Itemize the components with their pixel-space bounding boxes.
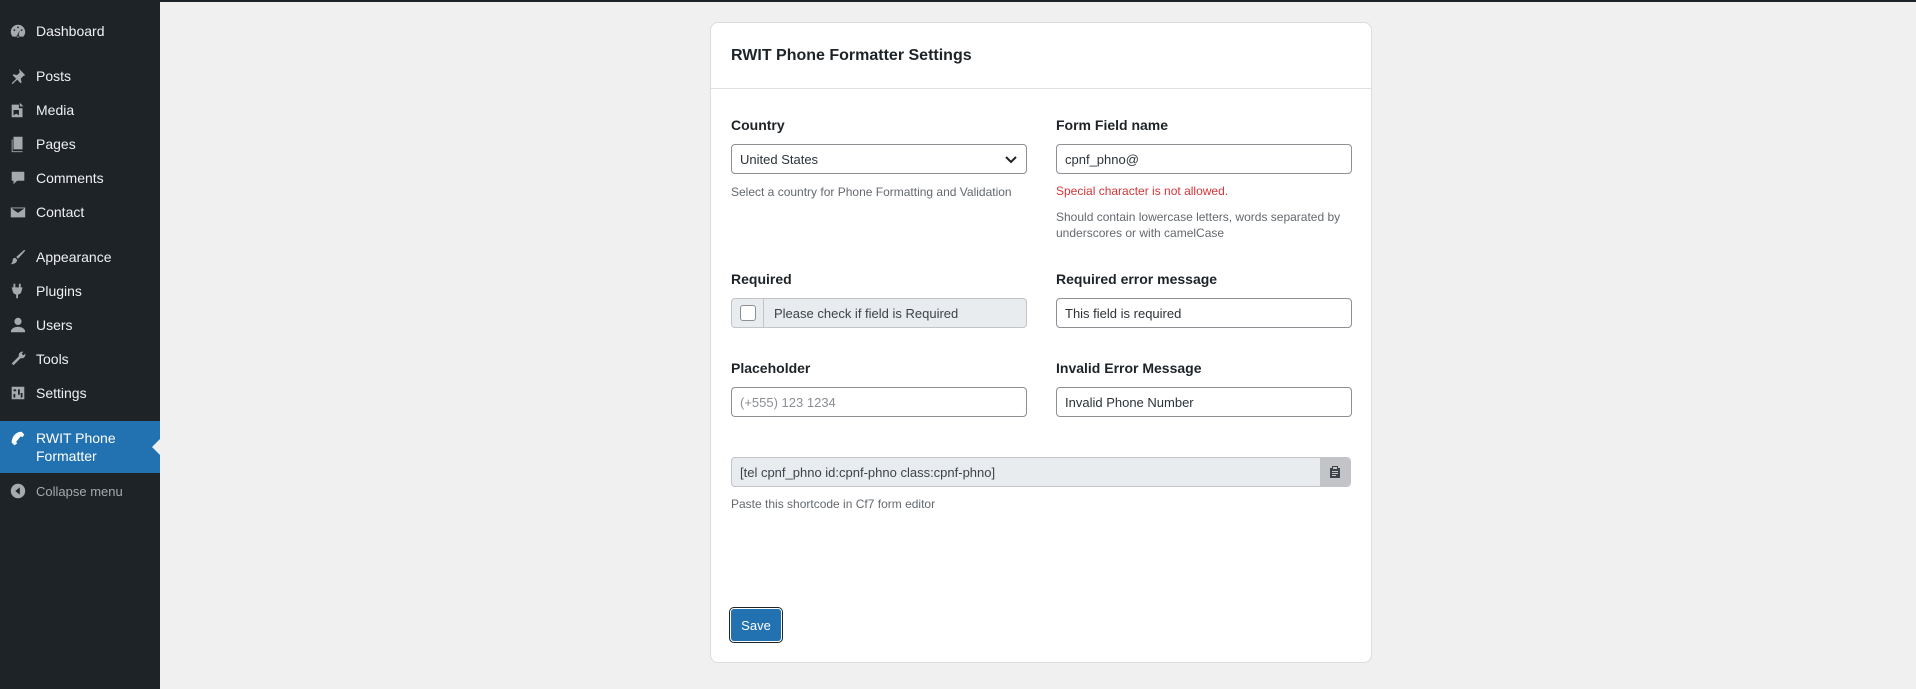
dashboard-icon xyxy=(8,21,28,41)
required-label: Required xyxy=(731,271,792,287)
sidebar-item-users[interactable]: Users xyxy=(0,308,160,342)
required-checkbox-wrapper xyxy=(732,299,764,327)
country-select-value: United States xyxy=(740,151,819,167)
required-checkbox-label[interactable]: Please check if field is Required xyxy=(764,306,958,321)
sidebar-item-contact[interactable]: Contact xyxy=(0,195,160,229)
invalid-error-label: Invalid Error Message xyxy=(1056,360,1202,376)
field-name-help: Should contain lowercase letters, words … xyxy=(1056,210,1341,240)
required-checkbox[interactable] xyxy=(739,305,756,321)
required-error-input[interactable]: This field is required xyxy=(1056,298,1352,328)
field-name-error: Special character is not allowed. xyxy=(1056,184,1229,198)
sidebar-item-settings[interactable]: Settings xyxy=(0,376,160,410)
plugin-icon xyxy=(8,281,28,301)
required-error-label: Required error message xyxy=(1056,271,1218,287)
admin-top-bar xyxy=(0,0,1916,2)
comment-icon xyxy=(8,168,28,188)
sidebar-item-dashboard[interactable]: Dashboard xyxy=(0,14,160,48)
sidebar-item-media[interactable]: Media xyxy=(0,93,160,127)
brush-icon xyxy=(8,247,28,267)
sidebar-item-comments[interactable]: Comments xyxy=(0,161,160,195)
chevron-down-icon xyxy=(1005,156,1017,164)
card-header: RWIT Phone Formatter Settings xyxy=(711,23,1371,89)
settings-icon xyxy=(8,383,28,403)
clipboard-icon xyxy=(1330,466,1340,478)
shortcode-help: Paste this shortcode in Cf7 form editor xyxy=(731,497,936,511)
pages-icon xyxy=(8,134,28,154)
sidebar-item-pages[interactable]: Pages xyxy=(0,127,160,161)
collapse-icon xyxy=(8,481,28,501)
copy-shortcode-button[interactable] xyxy=(1320,458,1350,486)
placeholder-label: Placeholder xyxy=(731,360,811,376)
save-button[interactable]: Save xyxy=(731,609,781,641)
settings-card: RWIT Phone Formatter Settings Country Un… xyxy=(710,22,1372,663)
mail-icon xyxy=(8,202,28,222)
sidebar-collapse-menu[interactable]: Collapse menu xyxy=(0,474,160,508)
sidebar-item-tools[interactable]: Tools xyxy=(0,342,160,376)
country-select[interactable]: United States xyxy=(731,144,1027,174)
shortcode-text[interactable]: [tel cpnf_phno id:cpnf-phno class:cpnf-p… xyxy=(732,465,1320,480)
invalid-error-input[interactable]: Invalid Phone Number xyxy=(1056,387,1352,417)
field-name-input[interactable]: cpnf_phno@ xyxy=(1056,144,1352,174)
shortcode-field: [tel cpnf_phno id:cpnf-phno class:cpnf-p… xyxy=(731,457,1351,487)
country-label: Country xyxy=(731,117,785,133)
pin-icon xyxy=(8,66,28,86)
page-title: RWIT Phone Formatter Settings xyxy=(731,46,972,64)
required-checkbox-group: Please check if field is Required xyxy=(731,298,1027,328)
sidebar-item-posts[interactable]: Posts xyxy=(0,59,160,93)
placeholder-input[interactable]: (+555) 123 1234 xyxy=(731,387,1027,417)
phone-icon xyxy=(8,429,28,449)
wrench-icon xyxy=(8,349,28,369)
sidebar-item-plugins[interactable]: Plugins xyxy=(0,274,160,308)
admin-sidebar: Dashboard Posts Media Pages Comments Con… xyxy=(0,0,160,689)
media-icon xyxy=(8,100,28,120)
sidebar-item-rwit-phone-formatter[interactable]: RWIT Phone Formatter xyxy=(0,421,160,473)
country-help: Select a country for Phone Formatting an… xyxy=(731,185,1012,199)
field-name-label: Form Field name xyxy=(1056,117,1169,133)
sidebar-item-appearance[interactable]: Appearance xyxy=(0,240,160,274)
user-icon xyxy=(8,315,28,335)
